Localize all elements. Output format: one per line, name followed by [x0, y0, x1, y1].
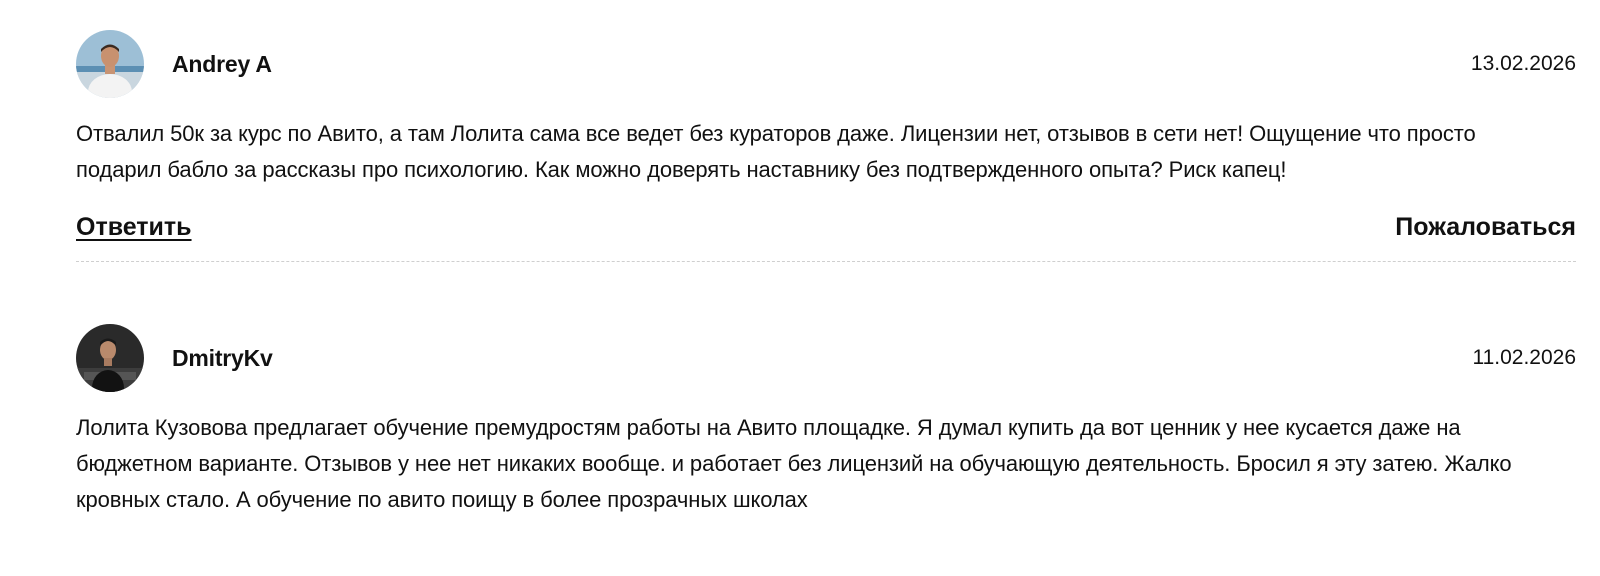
reviews-list: Andrey A 13.02.2026 Отвалил 50к за курс …: [76, 0, 1576, 518]
review-actions: Ответить Пожаловаться: [76, 213, 1576, 253]
review-item: Andrey A 13.02.2026 Отвалил 50к за курс …: [76, 0, 1576, 262]
review-author: Andrey A: [172, 50, 272, 77]
user-photo-avatar-icon: [76, 30, 144, 98]
avatar: [76, 324, 144, 392]
review-item: DmitryKv 11.02.2026 Лолита Кузовова пред…: [76, 262, 1576, 518]
review-date: 13.02.2026: [1470, 52, 1576, 75]
review-text: Отвалил 50к за курс по Авито, а там Лоли…: [76, 121, 1476, 182]
review-header: DmitryKv 11.02.2026: [76, 324, 1576, 392]
reply-link[interactable]: Ответить: [76, 213, 192, 242]
review-author: DmitryKv: [172, 344, 273, 371]
avatar: [76, 30, 144, 98]
report-link[interactable]: Пожаловаться: [1395, 213, 1576, 242]
user-photo-avatar-icon: [76, 324, 144, 392]
review-header: Andrey A 13.02.2026: [76, 30, 1576, 98]
review-text: Лолита Кузовова предлагает обучение прем…: [76, 415, 1512, 512]
review-date: 11.02.2026: [1472, 346, 1576, 369]
